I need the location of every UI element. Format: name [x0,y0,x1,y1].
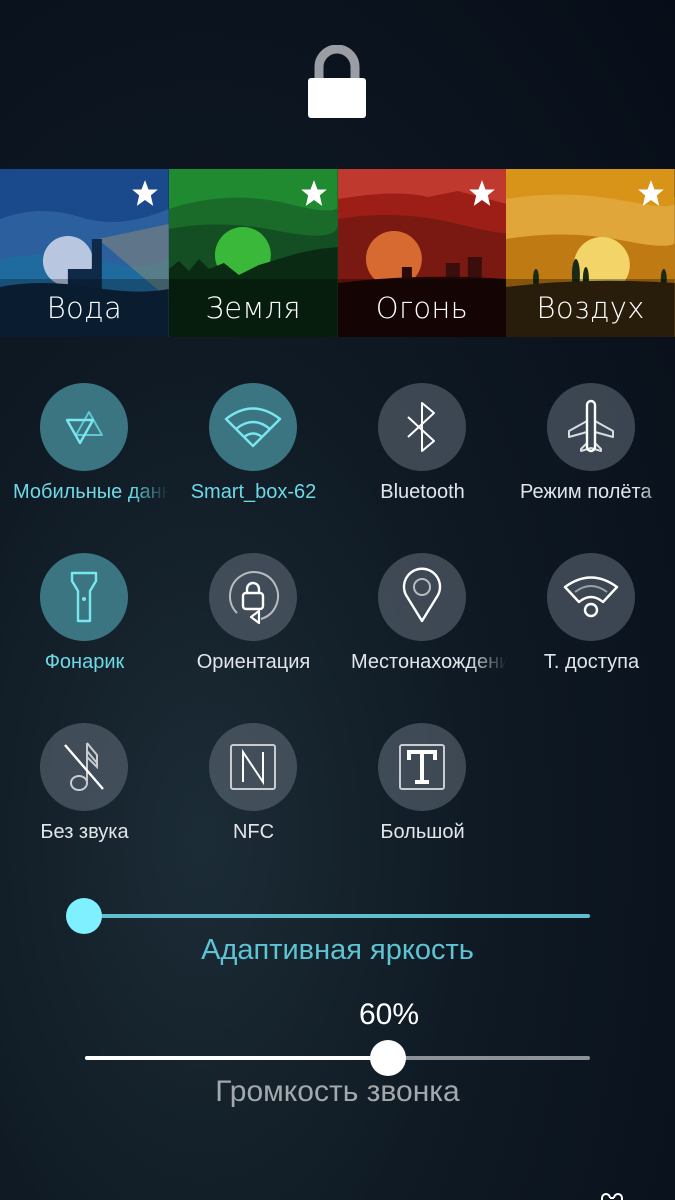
toggle-location[interactable]: Местонахождение [338,553,507,713]
ambience-zemlya[interactable]: Земля [168,169,338,337]
toggle-mobile-data[interactable]: Мобильные данные [0,383,169,543]
toggle-label: Без звука [40,821,129,843]
toggle-nfc[interactable]: NFC [169,723,338,883]
volume-slider-handle[interactable] [370,1040,406,1076]
toggle-hotspot[interactable]: Т. доступа [507,553,675,713]
nfc-icon [230,744,276,790]
airplane-icon [568,399,614,453]
ambience-voda[interactable]: Вода [0,169,169,337]
ambience-vozduh[interactable]: Воздух [506,169,675,337]
toggle-label: Фонарик [44,651,125,673]
mobile-data-icon [65,411,103,445]
location-icon [402,567,442,623]
toggle-flashlight[interactable]: Фонарик [0,553,169,713]
flashlight-icon [70,571,98,623]
orientation-lock-icon [229,571,279,625]
toggle-label: Большой [380,821,465,843]
lock-icon[interactable] [307,44,367,119]
hotspot-icon [563,576,619,618]
toggle-label: Smart_box-62 [190,481,317,503]
toggle-bluetooth[interactable]: Bluetooth [338,383,507,543]
toggle-label: Ориентация [196,651,311,673]
bluetooth-icon [407,402,435,452]
toggle-label: Режим полёта [520,481,652,503]
toggle-silent[interactable]: Без звука [0,723,169,883]
ambience-strip: Вода Земля Огонь Воздух [0,169,675,337]
ambience-label: Воздух [536,291,645,325]
ambience-label: Земля [205,291,301,325]
toggle-label: Т. доступа [543,651,640,673]
volume-label: Громкость звонка [215,1075,460,1108]
toggle-label: Bluetooth [380,481,465,503]
favorite-star-icon[interactable] [637,179,665,207]
ambience-label: Огонь [375,291,469,325]
toggle-orientation[interactable]: Ориентация [169,553,338,713]
toggle-wifi[interactable]: Smart_box-62 [169,383,338,543]
pulley-menu-icon[interactable] [600,1192,624,1200]
toggle-large-text[interactable]: Большой [338,723,507,883]
favorite-star-icon[interactable] [468,179,496,207]
wifi-icon [224,407,282,448]
brightness-slider-handle[interactable] [66,898,102,934]
toggle-label: Местонахождение [351,651,507,673]
toggle-airplane[interactable]: Режим полёта [507,383,675,543]
volume-slider-fill [85,1056,388,1060]
brightness-label: Адаптивная яркость [201,934,474,966]
favorite-star-icon[interactable] [300,179,328,207]
favorite-star-icon[interactable] [131,179,159,207]
silent-icon [64,742,104,791]
ambience-label: Вода [46,291,123,325]
large-text-icon [399,744,445,790]
brightness-slider-track[interactable] [85,914,590,918]
volume-value: 60% [358,998,420,1031]
toggle-label: NFC [232,821,275,843]
toggle-label: Мобильные данные [13,481,169,503]
ambience-ogon[interactable]: Огонь [337,169,507,337]
